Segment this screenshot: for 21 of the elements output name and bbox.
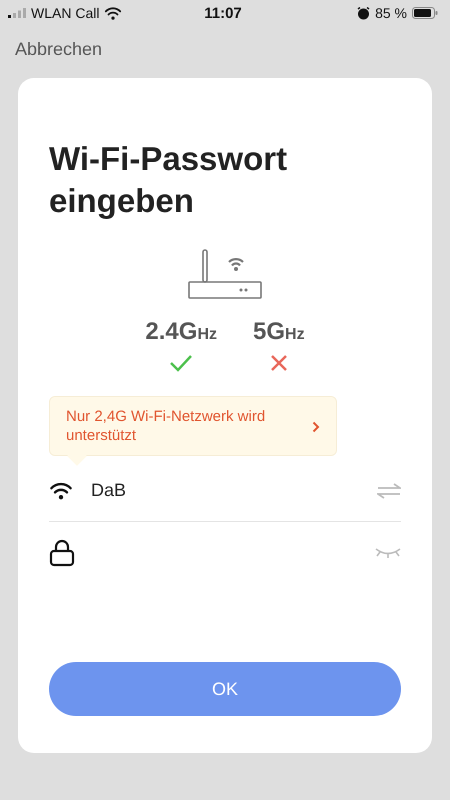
alarm-icon xyxy=(357,6,370,20)
status-time: 11:07 xyxy=(204,4,242,22)
chevron-icon xyxy=(312,421,320,433)
battery-percent: 85 % xyxy=(375,5,408,21)
router-icon xyxy=(188,248,262,300)
band-label: 5G xyxy=(253,318,286,346)
band-unit: Hz xyxy=(197,326,217,344)
battery-icon xyxy=(412,7,438,19)
band-unit: Hz xyxy=(285,326,305,344)
wifi-icon xyxy=(104,6,122,20)
swap-icon[interactable] xyxy=(377,482,401,498)
lock-icon xyxy=(49,539,75,567)
ok-button[interactable]: OK xyxy=(49,662,401,716)
network-field[interactable]: DaB xyxy=(91,480,359,501)
cancel-button[interactable]: Abbrechen xyxy=(15,39,102,60)
band-label: 2.4G xyxy=(145,318,198,346)
dialog-title: Wi-Fi-Passwort eingeben xyxy=(49,139,288,221)
wifi-icon xyxy=(49,480,73,500)
carrier-name: WLAN Call xyxy=(31,5,100,21)
signal-icon xyxy=(8,8,26,18)
closed-eye-icon[interactable] xyxy=(375,547,401,559)
